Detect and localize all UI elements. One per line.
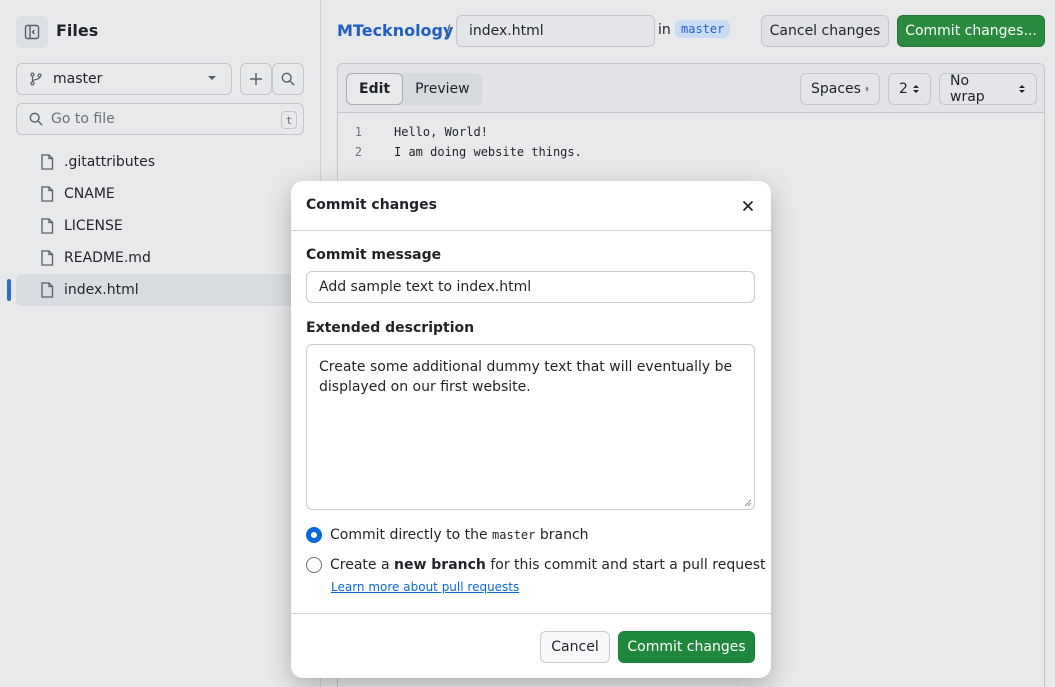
- option-direct-text: Commit directly to the: [330, 527, 488, 543]
- file-item-license[interactable]: LICENSE: [16, 210, 306, 242]
- indent-size-value: 2: [899, 81, 908, 97]
- tab-preview[interactable]: Preview: [403, 73, 482, 105]
- search-files-button[interactable]: [272, 63, 304, 95]
- indent-mode-select[interactable]: Spaces: [800, 73, 880, 105]
- wrap-mode-select[interactable]: No wrap: [939, 73, 1037, 105]
- caret-down-icon: [208, 76, 216, 80]
- file-icon: [40, 282, 54, 298]
- close-button[interactable]: [739, 197, 757, 215]
- editor-toolbar: Edit Preview Spaces 2 No wrap: [338, 64, 1044, 113]
- file-name: .gitattributes: [64, 154, 156, 170]
- option-new-bold: new branch: [394, 557, 486, 573]
- sort-icon: [912, 85, 919, 93]
- branch-selector-label: master: [53, 71, 103, 87]
- line-number: 1: [354, 125, 362, 139]
- file-icon: [40, 218, 54, 234]
- breadcrumb-separator: /: [445, 21, 451, 40]
- commit-message-value: Add sample text to index.html: [319, 279, 532, 295]
- wrap-mode-value: No wrap: [950, 73, 985, 105]
- search-icon: [281, 72, 295, 86]
- file-item-cname[interactable]: CNAME: [16, 178, 306, 210]
- sort-icon: [1019, 85, 1026, 93]
- dialog-footer: Cancel Commit changes: [291, 613, 771, 678]
- indent-size-select[interactable]: 2: [888, 73, 931, 105]
- file-tree: .gitattributes CNAME LICENSE README.md i…: [7, 146, 306, 306]
- file-item-gitattributes[interactable]: .gitattributes: [16, 146, 306, 178]
- file-name: README.md: [64, 250, 151, 266]
- file-name: LICENSE: [64, 218, 123, 234]
- extended-description-label: Extended description: [306, 320, 475, 336]
- commit-message-label: Commit message: [306, 247, 442, 263]
- option-new-suffix: for this commit and start a pull request: [490, 557, 766, 573]
- option-direct-branch: master: [492, 528, 536, 542]
- code-line: 2 I am doing website things.: [338, 142, 582, 162]
- file-item-index-html[interactable]: index.html: [7, 274, 306, 306]
- sidebar-title: Files: [56, 21, 99, 40]
- option-new-label: Create a new branch for this commit and …: [330, 557, 766, 573]
- tab-edit[interactable]: Edit: [346, 73, 404, 105]
- extended-description-textarea[interactable]: Create some additional dummy text that w…: [306, 344, 755, 510]
- extended-description-value: Create some additional dummy text that w…: [319, 359, 733, 395]
- file-icon: [40, 186, 54, 202]
- line-text: I am doing website things.: [394, 145, 582, 159]
- new-branch-option[interactable]: Create a new branch for this commit and …: [306, 557, 766, 573]
- commit-changes-button[interactable]: Commit changes...: [897, 15, 1045, 47]
- filename-input[interactable]: index.html: [456, 15, 655, 47]
- plus-icon: [250, 73, 262, 85]
- go-to-file-input[interactable]: Go to file t: [16, 103, 304, 135]
- option-new-text: Create a: [330, 557, 390, 573]
- editor-tabs: Edit Preview: [346, 73, 482, 105]
- branch-badge: master: [675, 20, 731, 38]
- cancel-button[interactable]: Cancel: [540, 631, 610, 663]
- in-label: in: [658, 22, 671, 38]
- radio-commit-direct[interactable]: [306, 527, 322, 543]
- filename-value: index.html: [469, 23, 544, 39]
- add-file-button[interactable]: [240, 63, 272, 95]
- branch-selector[interactable]: master: [16, 63, 232, 95]
- sidebar-collapse-icon: [24, 24, 40, 40]
- keyboard-shortcut-hint: t: [281, 111, 297, 129]
- sidebar-toggle-button[interactable]: [16, 16, 48, 48]
- breadcrumb-repo-link[interactable]: MTecknology: [337, 21, 453, 40]
- search-icon: [29, 112, 43, 126]
- go-to-file-placeholder: Go to file: [51, 111, 115, 127]
- learn-more-link[interactable]: Learn more about pull requests: [331, 580, 519, 594]
- close-icon: [742, 200, 754, 212]
- file-item-readme[interactable]: README.md: [16, 242, 306, 274]
- code-line: 1 Hello, World!: [338, 122, 582, 142]
- radio-new-branch[interactable]: [306, 557, 322, 573]
- commit-dialog: Commit changes Commit message Add sample…: [291, 181, 771, 678]
- dialog-title: Commit changes: [306, 197, 437, 213]
- indent-mode-value: Spaces: [811, 81, 861, 97]
- resize-handle-icon[interactable]: [742, 497, 752, 507]
- commit-button[interactable]: Commit changes: [618, 631, 755, 663]
- file-name: CNAME: [64, 186, 115, 202]
- file-name: index.html: [64, 282, 139, 298]
- option-direct-label: Commit directly to the master branch: [330, 527, 589, 543]
- file-icon: [40, 154, 54, 170]
- line-number: 2: [354, 145, 362, 159]
- commit-message-input[interactable]: Add sample text to index.html: [306, 271, 755, 303]
- file-sidebar: Files master Go to file t .gitattributes…: [0, 0, 321, 687]
- line-text: Hello, World!: [394, 125, 488, 139]
- commit-direct-option[interactable]: Commit directly to the master branch: [306, 527, 589, 543]
- cancel-changes-button[interactable]: Cancel changes: [761, 15, 889, 47]
- dialog-header: Commit changes: [291, 181, 771, 231]
- code-content[interactable]: 1 Hello, World! 2 I am doing website thi…: [338, 122, 582, 162]
- active-indicator: [7, 279, 11, 301]
- option-direct-suffix: branch: [539, 527, 589, 543]
- git-branch-icon: [30, 72, 42, 86]
- sort-icon: [865, 86, 869, 92]
- file-icon: [40, 250, 54, 266]
